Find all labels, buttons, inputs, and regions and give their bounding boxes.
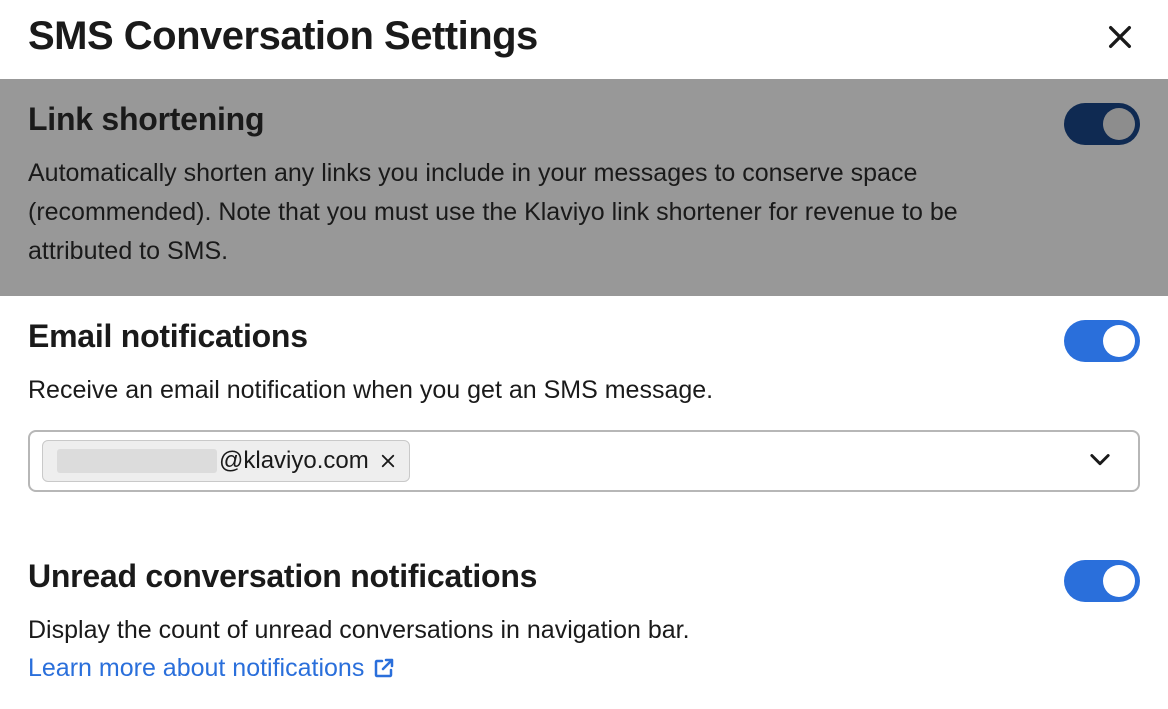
toggle-knob [1103,108,1135,140]
section-link-shortening: Link shortening Automatically shorten an… [0,79,1168,296]
email-chip-remove-button[interactable] [379,452,397,470]
learn-more-link[interactable]: Learn more about notifications [28,654,396,683]
unread-notifications-title: Unread conversation notifications [28,558,1040,595]
email-chip: @klaviyo.com [42,440,410,482]
section-email-notifications: Email notifications Receive an email not… [0,296,1168,518]
link-shortening-toggle[interactable] [1064,103,1140,145]
toggle-knob [1103,565,1135,597]
link-shortening-title: Link shortening [28,101,1040,138]
modal-title: SMS Conversation Settings [28,14,538,59]
close-icon [1104,21,1136,53]
email-recipients-combobox[interactable]: @klaviyo.com [28,430,1140,492]
combobox-caret[interactable] [1082,441,1118,482]
email-chip-suffix: @klaviyo.com [219,447,369,475]
email-chip-redacted [57,449,217,473]
email-notifications-title: Email notifications [28,318,1040,355]
modal-header: SMS Conversation Settings [0,0,1168,79]
close-button[interactable] [1100,17,1140,57]
link-shortening-desc: Automatically shorten any links you incl… [28,154,1008,270]
unread-notifications-toggle[interactable] [1064,560,1140,602]
learn-more-label: Learn more about notifications [28,654,364,683]
section-unread-notifications: Unread conversation notifications Displa… [0,518,1168,709]
email-notifications-desc: Receive an email notification when you g… [28,371,1008,410]
email-notifications-toggle[interactable] [1064,320,1140,362]
chevron-down-icon [1086,445,1114,473]
unread-notifications-desc: Display the count of unread conversation… [28,611,1008,650]
external-link-icon [372,656,396,680]
toggle-knob [1103,325,1135,357]
close-icon [379,452,397,470]
